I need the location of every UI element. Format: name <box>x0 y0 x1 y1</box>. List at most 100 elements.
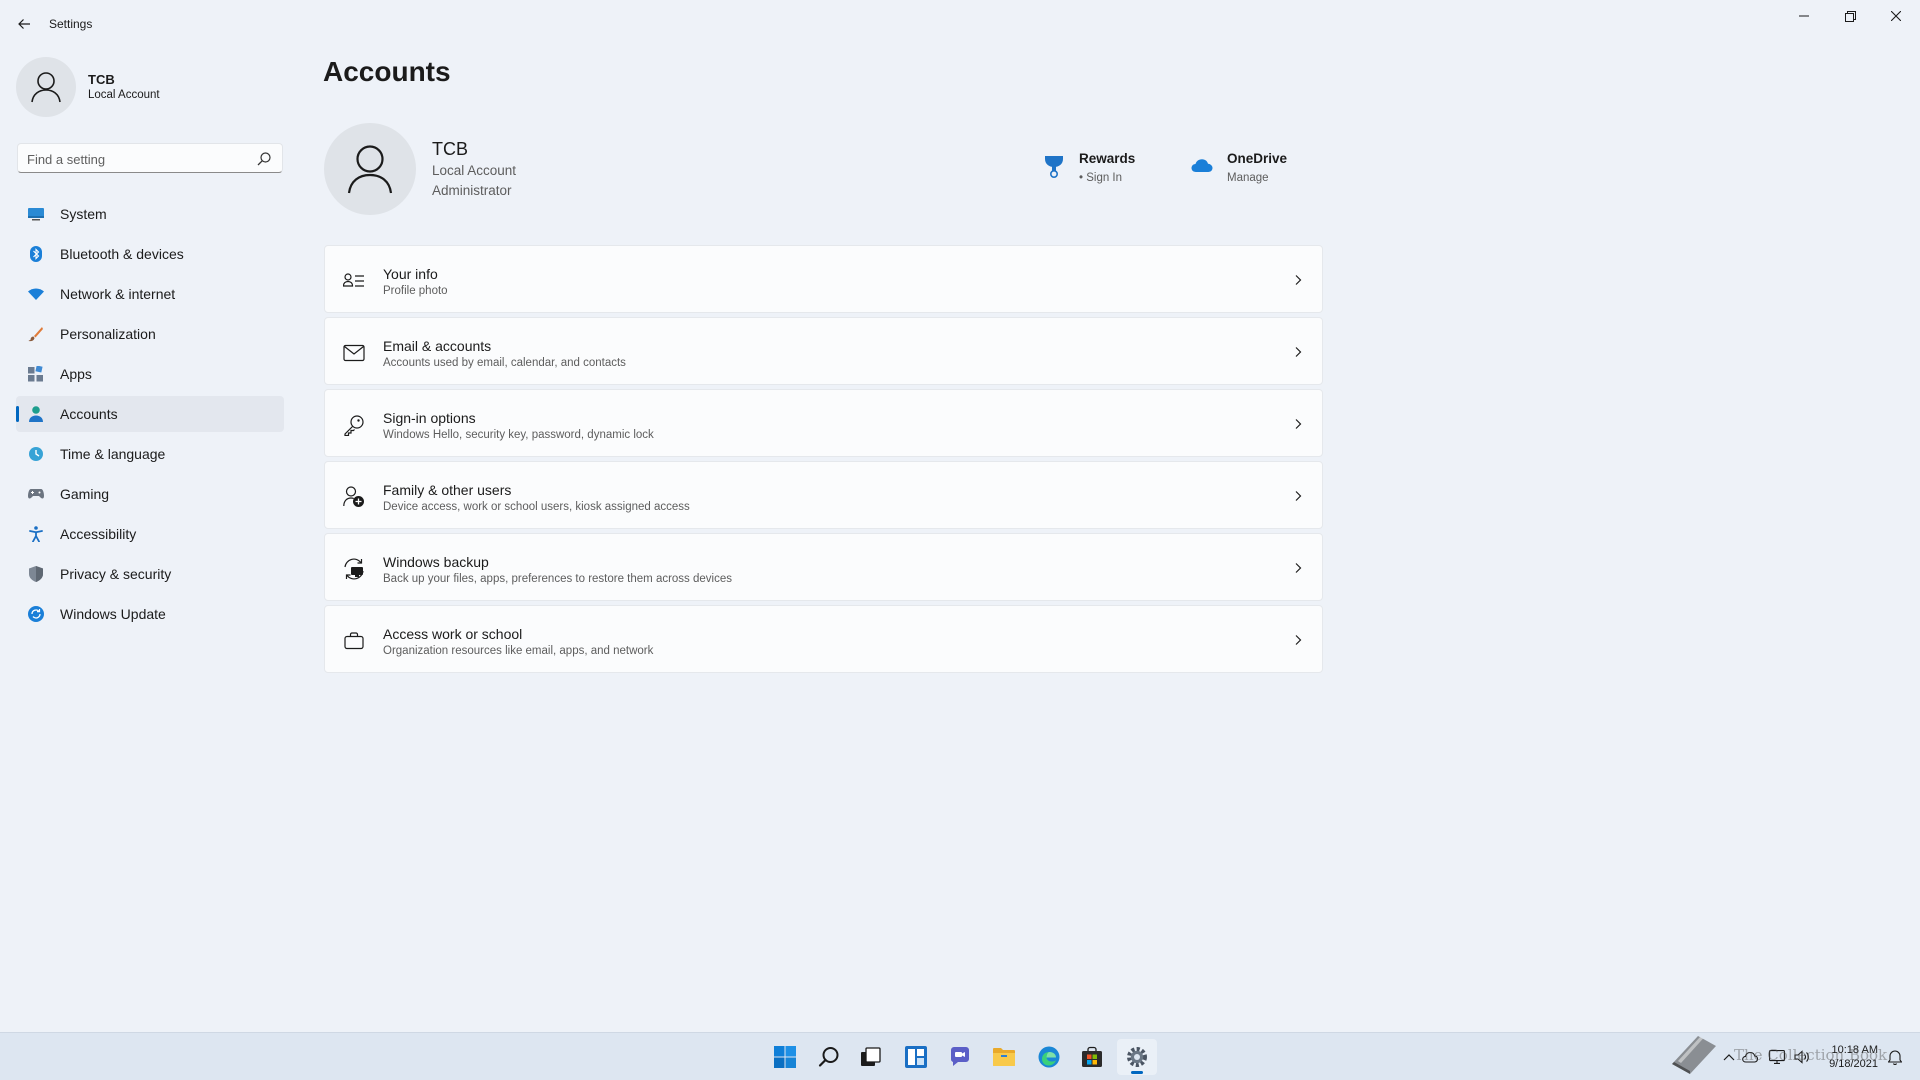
chevron-right-icon <box>1295 491 1302 501</box>
sidebar-nav: System Bluetooth & devices Network & int… <box>16 196 284 636</box>
shield-icon <box>28 566 44 582</box>
onedrive-link[interactable]: OneDrive Manage <box>1191 150 1301 190</box>
backup-icon <box>343 558 365 580</box>
sidebar-item-label: Windows Update <box>60 606 166 622</box>
sidebar-item-accounts[interactable]: Accounts <box>16 396 284 432</box>
taskbar-settings-button[interactable] <box>1117 1039 1157 1075</box>
settings-list: Your info Profile photo Email & accounts… <box>324 245 1323 677</box>
title-bar: Settings <box>0 0 1920 48</box>
search-icon <box>818 1047 839 1067</box>
restore-icon <box>1844 10 1856 22</box>
window-title: Settings <box>49 17 93 31</box>
sidebar-item-personalization[interactable]: Personalization <box>16 316 284 352</box>
sidebar-item-label: Bluetooth & devices <box>60 246 184 262</box>
sidebar-item-privacy-security[interactable]: Privacy & security <box>16 556 284 592</box>
avatar <box>16 57 76 117</box>
sidebar-item-network[interactable]: Network & internet <box>16 276 284 312</box>
card-title: Family & other users <box>383 482 512 498</box>
briefcase-icon <box>343 630 365 652</box>
widgets-icon <box>905 1046 927 1068</box>
restore-button[interactable] <box>1827 0 1873 32</box>
search-icon[interactable] <box>256 151 272 167</box>
family-other-users-card[interactable]: Family & other users Device access, work… <box>324 461 1323 529</box>
card-title: Your info <box>383 266 438 282</box>
card-subtitle: Organization resources like email, apps,… <box>383 645 654 657</box>
sidebar-item-windows-update[interactable]: Windows Update <box>16 596 284 632</box>
card-title: Sign-in options <box>383 410 476 426</box>
notification-button[interactable] <box>1887 1049 1903 1065</box>
folder-icon <box>993 1048 1015 1066</box>
email-accounts-card[interactable]: Email & accounts Accounts used by email,… <box>324 317 1323 385</box>
contact-card-icon <box>343 270 365 292</box>
task-view-icon <box>861 1047 881 1066</box>
account-type: Local Account <box>432 163 517 178</box>
close-button[interactable] <box>1873 0 1919 32</box>
onedrive-title: OneDrive <box>1227 151 1288 166</box>
taskbar-chat-button[interactable] <box>940 1039 980 1075</box>
card-subtitle: Device access, work or school users, kio… <box>383 501 690 513</box>
sidebar-item-label: Accounts <box>60 406 118 422</box>
card-subtitle: Windows Hello, security key, password, d… <box>383 429 654 441</box>
account-avatar[interactable] <box>324 123 416 215</box>
minimize-button[interactable] <box>1781 0 1827 32</box>
monitor-icon <box>28 206 44 222</box>
notification-bell-icon <box>1888 1050 1902 1065</box>
back-button[interactable] <box>12 12 36 36</box>
search-input[interactable] <box>27 150 247 168</box>
globe-clock-icon <box>28 446 44 462</box>
onedrive-manage[interactable]: Manage <box>1227 172 1269 184</box>
brush-icon <box>28 326 44 342</box>
sidebar-item-time-language[interactable]: Time & language <box>16 436 284 472</box>
chat-icon <box>950 1047 969 1066</box>
taskbar: 10:18 AM 9/18/2021 <box>0 1032 1920 1080</box>
page-title: Accounts <box>323 56 451 87</box>
sidebar-item-label: Apps <box>60 366 92 382</box>
update-icon <box>28 606 44 622</box>
card-subtitle: Profile photo <box>383 285 448 297</box>
edge-icon <box>1038 1046 1060 1068</box>
windows-backup-card[interactable]: Windows backup Back up your files, apps,… <box>324 533 1323 601</box>
access-work-school-card[interactable]: Access work or school Organization resou… <box>324 605 1323 673</box>
store-icon <box>1082 1046 1102 1067</box>
taskbar-widgets-button[interactable] <box>896 1039 936 1075</box>
sidebar-item-bluetooth[interactable]: Bluetooth & devices <box>16 236 284 272</box>
taskbar-search-button[interactable] <box>809 1039 849 1075</box>
sidebar-item-system[interactable]: System <box>16 196 284 232</box>
key-icon <box>343 414 365 436</box>
sidebar-item-gaming[interactable]: Gaming <box>16 476 284 512</box>
search-box[interactable] <box>17 143 283 173</box>
person-avatar-icon <box>31 72 61 103</box>
sidebar-item-label: Personalization <box>60 326 156 342</box>
card-subtitle: Accounts used by email, calendar, and co… <box>383 357 626 369</box>
chevron-right-icon <box>1295 563 1302 573</box>
taskbar-start-button[interactable] <box>765 1039 805 1075</box>
sidebar-item-apps[interactable]: Apps <box>16 356 284 392</box>
taskbar-task-view-button[interactable] <box>851 1039 891 1075</box>
bluetooth-icon <box>28 246 44 262</box>
your-info-card[interactable]: Your info Profile photo <box>324 245 1323 313</box>
card-title: Email & accounts <box>383 338 492 354</box>
taskbar-file-explorer-button[interactable] <box>984 1039 1024 1075</box>
account-role: Administrator <box>432 183 512 198</box>
accessibility-icon <box>28 526 44 542</box>
mail-icon <box>343 342 365 364</box>
card-title: Windows backup <box>383 554 489 570</box>
gamepad-icon <box>28 486 44 502</box>
rewards-link[interactable]: Rewards • Sign In <box>1043 150 1153 190</box>
rewards-sign-in[interactable]: • Sign In <box>1079 172 1122 184</box>
add-person-icon <box>343 486 365 508</box>
sidebar-item-accessibility[interactable]: Accessibility <box>16 516 284 552</box>
person-avatar-icon <box>347 145 393 194</box>
trophy-icon <box>1045 156 1063 178</box>
taskbar-store-button[interactable] <box>1072 1039 1112 1075</box>
sidebar-user-profile[interactable]: TCB Local Account <box>16 57 286 117</box>
cloud-icon <box>1191 159 1213 172</box>
sign-in-options-card[interactable]: Sign-in options Windows Hello, security … <box>324 389 1323 457</box>
sidebar-item-label: Gaming <box>60 486 110 502</box>
gear-icon <box>1127 1047 1147 1067</box>
taskbar-edge-button[interactable] <box>1029 1039 1069 1075</box>
sidebar-item-label: System <box>60 206 107 222</box>
chevron-right-icon <box>1295 275 1302 285</box>
sidebar-item-label: Time & language <box>60 446 166 462</box>
close-icon <box>1891 11 1901 21</box>
